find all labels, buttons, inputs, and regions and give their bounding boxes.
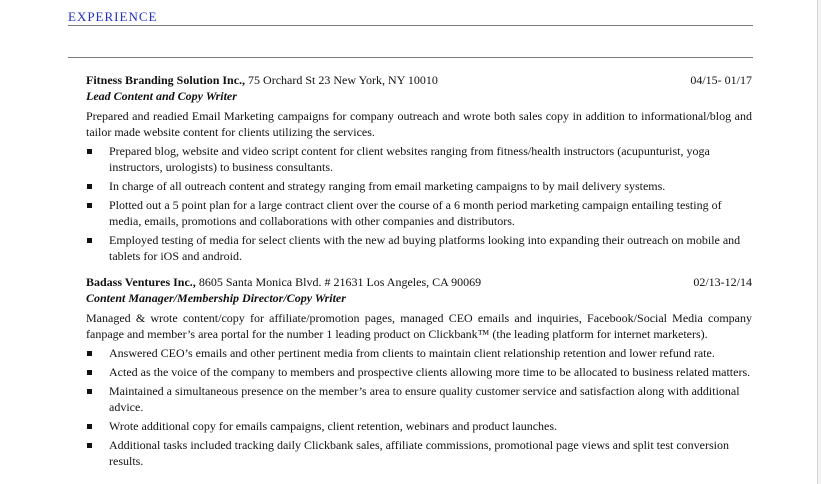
job-description: Managed & wrote content/copy for affilia…	[86, 311, 752, 341]
job-dates: 04/15- 01/17	[690, 73, 752, 87]
section-divider	[68, 57, 753, 58]
company-address: 8605 Santa Monica Blvd. # 21631 Los Ange…	[195, 275, 482, 289]
experience-content: Fitness Branding Solution Inc., 75 Orcha…	[86, 72, 752, 469]
resume-page: EXPERIENCE Fitness Branding Solution Inc…	[0, 0, 818, 484]
job-bullets: Prepared blog, website and video script …	[86, 143, 752, 264]
bullet-item: Maintained a simultaneous presence on th…	[86, 383, 752, 415]
company-name: Badass Ventures Inc.,	[86, 275, 196, 289]
job-header: Fitness Branding Solution Inc., 75 Orcha…	[86, 72, 752, 88]
section-divider	[68, 25, 753, 26]
company-name: Fitness Branding Solution Inc.,	[86, 73, 246, 87]
bullet-item: Acted as the voice of the company to mem…	[86, 364, 752, 380]
job-bullets: Answered CEO’s emails and other pertinen…	[86, 345, 752, 469]
bullet-item: Answered CEO’s emails and other pertinen…	[86, 345, 752, 361]
company-address: 75 Orchard St 23 New York, NY 10010	[245, 73, 438, 87]
job-description: Prepared and readied Email Marketing cam…	[86, 109, 752, 139]
bullet-item: Wrote additional copy for emails campaig…	[86, 418, 752, 434]
bullet-item: Employed testing of media for select cli…	[86, 232, 752, 264]
job-role: Lead Content and Copy Writer	[86, 89, 237, 103]
bullet-item: Plotted out a 5 point plan for a large c…	[86, 197, 752, 229]
bullet-item: Additional tasks included tracking daily…	[86, 437, 752, 469]
job-header: Badass Ventures Inc., 8605 Santa Monica …	[86, 274, 752, 290]
bullet-item: Prepared blog, website and video script …	[86, 143, 752, 175]
job-role: Content Manager/Membership Director/Copy…	[86, 291, 346, 305]
job-entry: Badass Ventures Inc., 8605 Santa Monica …	[86, 274, 752, 469]
bullet-item: In charge of all outreach content and st…	[86, 178, 752, 194]
job-dates: 02/13-12/14	[693, 275, 752, 289]
job-entry: Fitness Branding Solution Inc., 75 Orcha…	[86, 72, 752, 264]
section-title: EXPERIENCE	[68, 9, 158, 24]
